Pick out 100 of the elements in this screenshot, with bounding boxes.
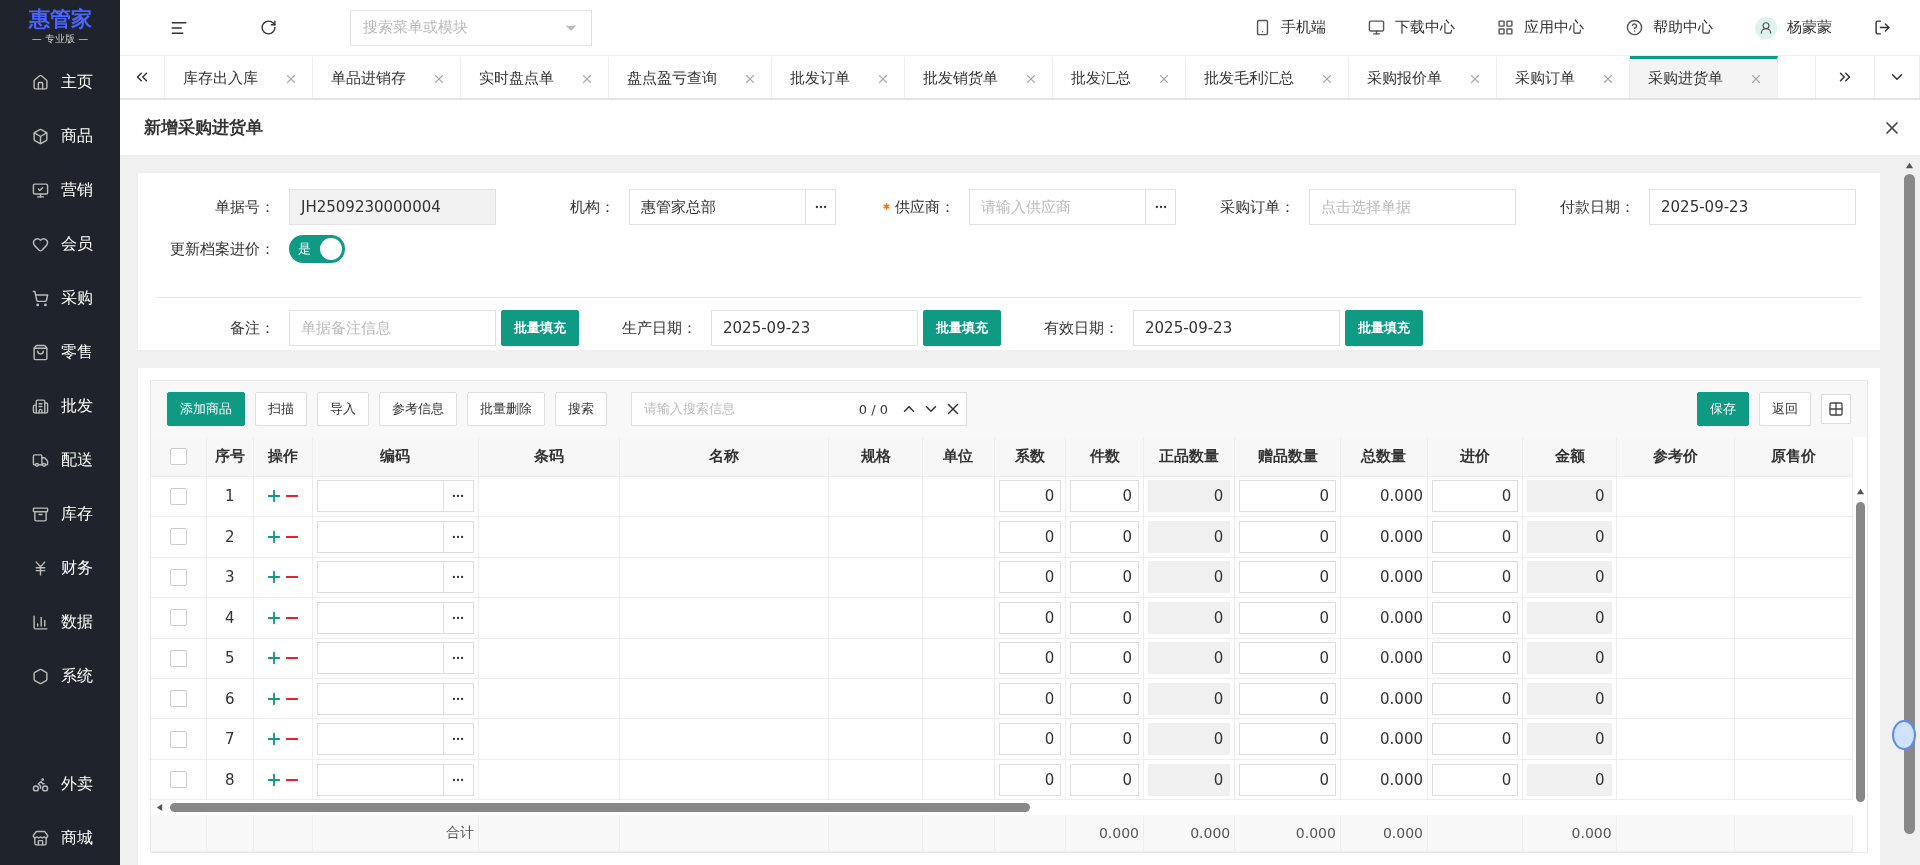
- row-number: 1: [206, 476, 254, 517]
- form-field[interactable]: 2025-09-23: [1649, 189, 1856, 225]
- number-field[interactable]: 0: [1070, 561, 1139, 594]
- number-field[interactable]: 0: [1070, 520, 1139, 553]
- code-field[interactable]: [316, 520, 474, 553]
- top-link[interactable]: 手机端: [1254, 18, 1326, 37]
- checkbox[interactable]: [170, 649, 187, 667]
- checkbox[interactable]: [170, 568, 187, 586]
- number-field[interactable]: 0: [1432, 601, 1519, 634]
- sidebar-item[interactable]: 商城: [0, 811, 120, 865]
- search-field[interactable]: 请输入搜索信息 0 / 0: [631, 392, 967, 426]
- sidebar-item[interactable]: 系统: [0, 649, 120, 703]
- checkbox[interactable]: [170, 730, 187, 748]
- sidebar-item[interactable]: 库存: [0, 487, 120, 541]
- number-field[interactable]: 0: [998, 561, 1062, 594]
- number-field[interactable]: 0: [1239, 682, 1336, 715]
- form-field[interactable]: 2025-09-23: [1133, 310, 1340, 346]
- form-field: JH2509230000004: [289, 189, 496, 225]
- number-field[interactable]: 0: [998, 682, 1062, 715]
- toolbar-button[interactable]: 返回: [1759, 392, 1811, 426]
- batch-fill-button[interactable]: 批量填充: [1345, 310, 1423, 346]
- batch-fill-button[interactable]: 批量填充: [501, 310, 579, 346]
- toggle-switch[interactable]: 是: [289, 235, 345, 263]
- bag-icon: [32, 343, 49, 361]
- number-field[interactable]: 0: [998, 642, 1062, 675]
- logout-icon[interactable]: [1874, 19, 1891, 36]
- toolbar-button[interactable]: 搜索: [555, 392, 607, 426]
- toolbar-button[interactable]: 批量删除: [467, 392, 545, 426]
- scroll-left-icon[interactable]: [155, 803, 164, 813]
- checkbox[interactable]: [170, 609, 187, 627]
- checkbox[interactable]: [170, 447, 187, 465]
- sidebar-item[interactable]: 批发: [0, 379, 120, 433]
- number-field[interactable]: 0: [1070, 480, 1139, 513]
- checkbox[interactable]: [170, 528, 187, 546]
- top-link[interactable]: 应用中心: [1497, 18, 1584, 37]
- checkbox[interactable]: [170, 690, 187, 708]
- sidebar-item[interactable]: 主页: [0, 55, 120, 109]
- page-scrollbar[interactable]: [1903, 174, 1915, 834]
- number-field[interactable]: 0: [1239, 642, 1336, 675]
- number-field[interactable]: 0: [998, 763, 1062, 796]
- sidebar-item[interactable]: 数据: [0, 595, 120, 649]
- sidebar-item[interactable]: 商品: [0, 109, 120, 163]
- number-field[interactable]: 0: [1432, 682, 1519, 715]
- toolbar-button[interactable]: 导入: [317, 392, 369, 426]
- number-field[interactable]: 0: [1070, 682, 1139, 715]
- form-field[interactable]: 惠管家总部: [629, 189, 836, 225]
- code-field[interactable]: [316, 561, 474, 594]
- number-field[interactable]: 0: [1432, 642, 1519, 675]
- number-field[interactable]: 0: [1239, 601, 1336, 634]
- number-field[interactable]: 0: [1432, 480, 1519, 513]
- checkbox[interactable]: [170, 487, 187, 505]
- number-field[interactable]: 0: [998, 480, 1062, 513]
- number-field[interactable]: 0: [1070, 642, 1139, 675]
- toolbar-button[interactable]: 扫描: [255, 392, 307, 426]
- number-field[interactable]: 0: [1432, 723, 1519, 756]
- number-field[interactable]: 0: [1239, 763, 1336, 796]
- sidebar-item[interactable]: 零售: [0, 325, 120, 379]
- number-field[interactable]: 0: [1239, 561, 1336, 594]
- code-field[interactable]: [316, 723, 474, 756]
- number-field[interactable]: 0: [998, 601, 1062, 634]
- user-menu[interactable]: 杨蒙蒙: [1755, 16, 1832, 39]
- horizontal-scrollbar[interactable]: [170, 803, 1030, 813]
- vertical-scrollbar[interactable]: [1855, 502, 1865, 802]
- sidebar-item[interactable]: 营销: [0, 163, 120, 217]
- top-link[interactable]: 下载中心: [1368, 18, 1455, 37]
- sidebar-item[interactable]: 会员: [0, 217, 120, 271]
- code-field[interactable]: [316, 763, 474, 796]
- toolbar-button[interactable]: 参考信息: [379, 392, 457, 426]
- code-field[interactable]: [316, 480, 474, 513]
- sidebar-item[interactable]: 财务: [0, 541, 120, 595]
- batch-fill-button[interactable]: 批量填充: [923, 310, 1001, 346]
- refresh-icon[interactable]: [260, 19, 277, 36]
- number-field[interactable]: 0: [1239, 480, 1336, 513]
- cube-icon: [32, 127, 49, 145]
- number-field[interactable]: 0: [1432, 520, 1519, 553]
- toolbar-button[interactable]: 保存: [1697, 392, 1749, 426]
- row-number: 3: [206, 557, 254, 598]
- number-field[interactable]: 0: [1432, 763, 1519, 796]
- top-link[interactable]: 帮助中心: [1626, 18, 1713, 37]
- number-field[interactable]: 0: [1070, 763, 1139, 796]
- code-field[interactable]: [316, 642, 474, 675]
- tab[interactable]: 采购进货单: [1630, 56, 1778, 98]
- number-field[interactable]: 0: [1239, 520, 1336, 553]
- scroll-up-icon[interactable]: [1904, 161, 1914, 170]
- number-field[interactable]: 0: [1239, 723, 1336, 756]
- sidebar-item[interactable]: 外卖: [0, 757, 120, 811]
- code-field[interactable]: [316, 601, 474, 634]
- column-settings-button[interactable]: [1821, 394, 1851, 424]
- code-field[interactable]: [316, 682, 474, 715]
- toolbar-button[interactable]: 添加商品: [167, 392, 245, 426]
- sidebar-item[interactable]: 配送: [0, 433, 120, 487]
- number-field[interactable]: 0: [1070, 723, 1139, 756]
- sidebar-item[interactable]: 采购: [0, 271, 120, 325]
- number-field[interactable]: 0: [998, 520, 1062, 553]
- checkbox[interactable]: [170, 771, 187, 789]
- form-field[interactable]: 2025-09-23: [711, 310, 918, 346]
- number-field[interactable]: 0: [1432, 561, 1519, 594]
- scroll-up-icon[interactable]: [1855, 487, 1865, 496]
- number-field[interactable]: 0: [1070, 601, 1139, 634]
- number-field[interactable]: 0: [998, 723, 1062, 756]
